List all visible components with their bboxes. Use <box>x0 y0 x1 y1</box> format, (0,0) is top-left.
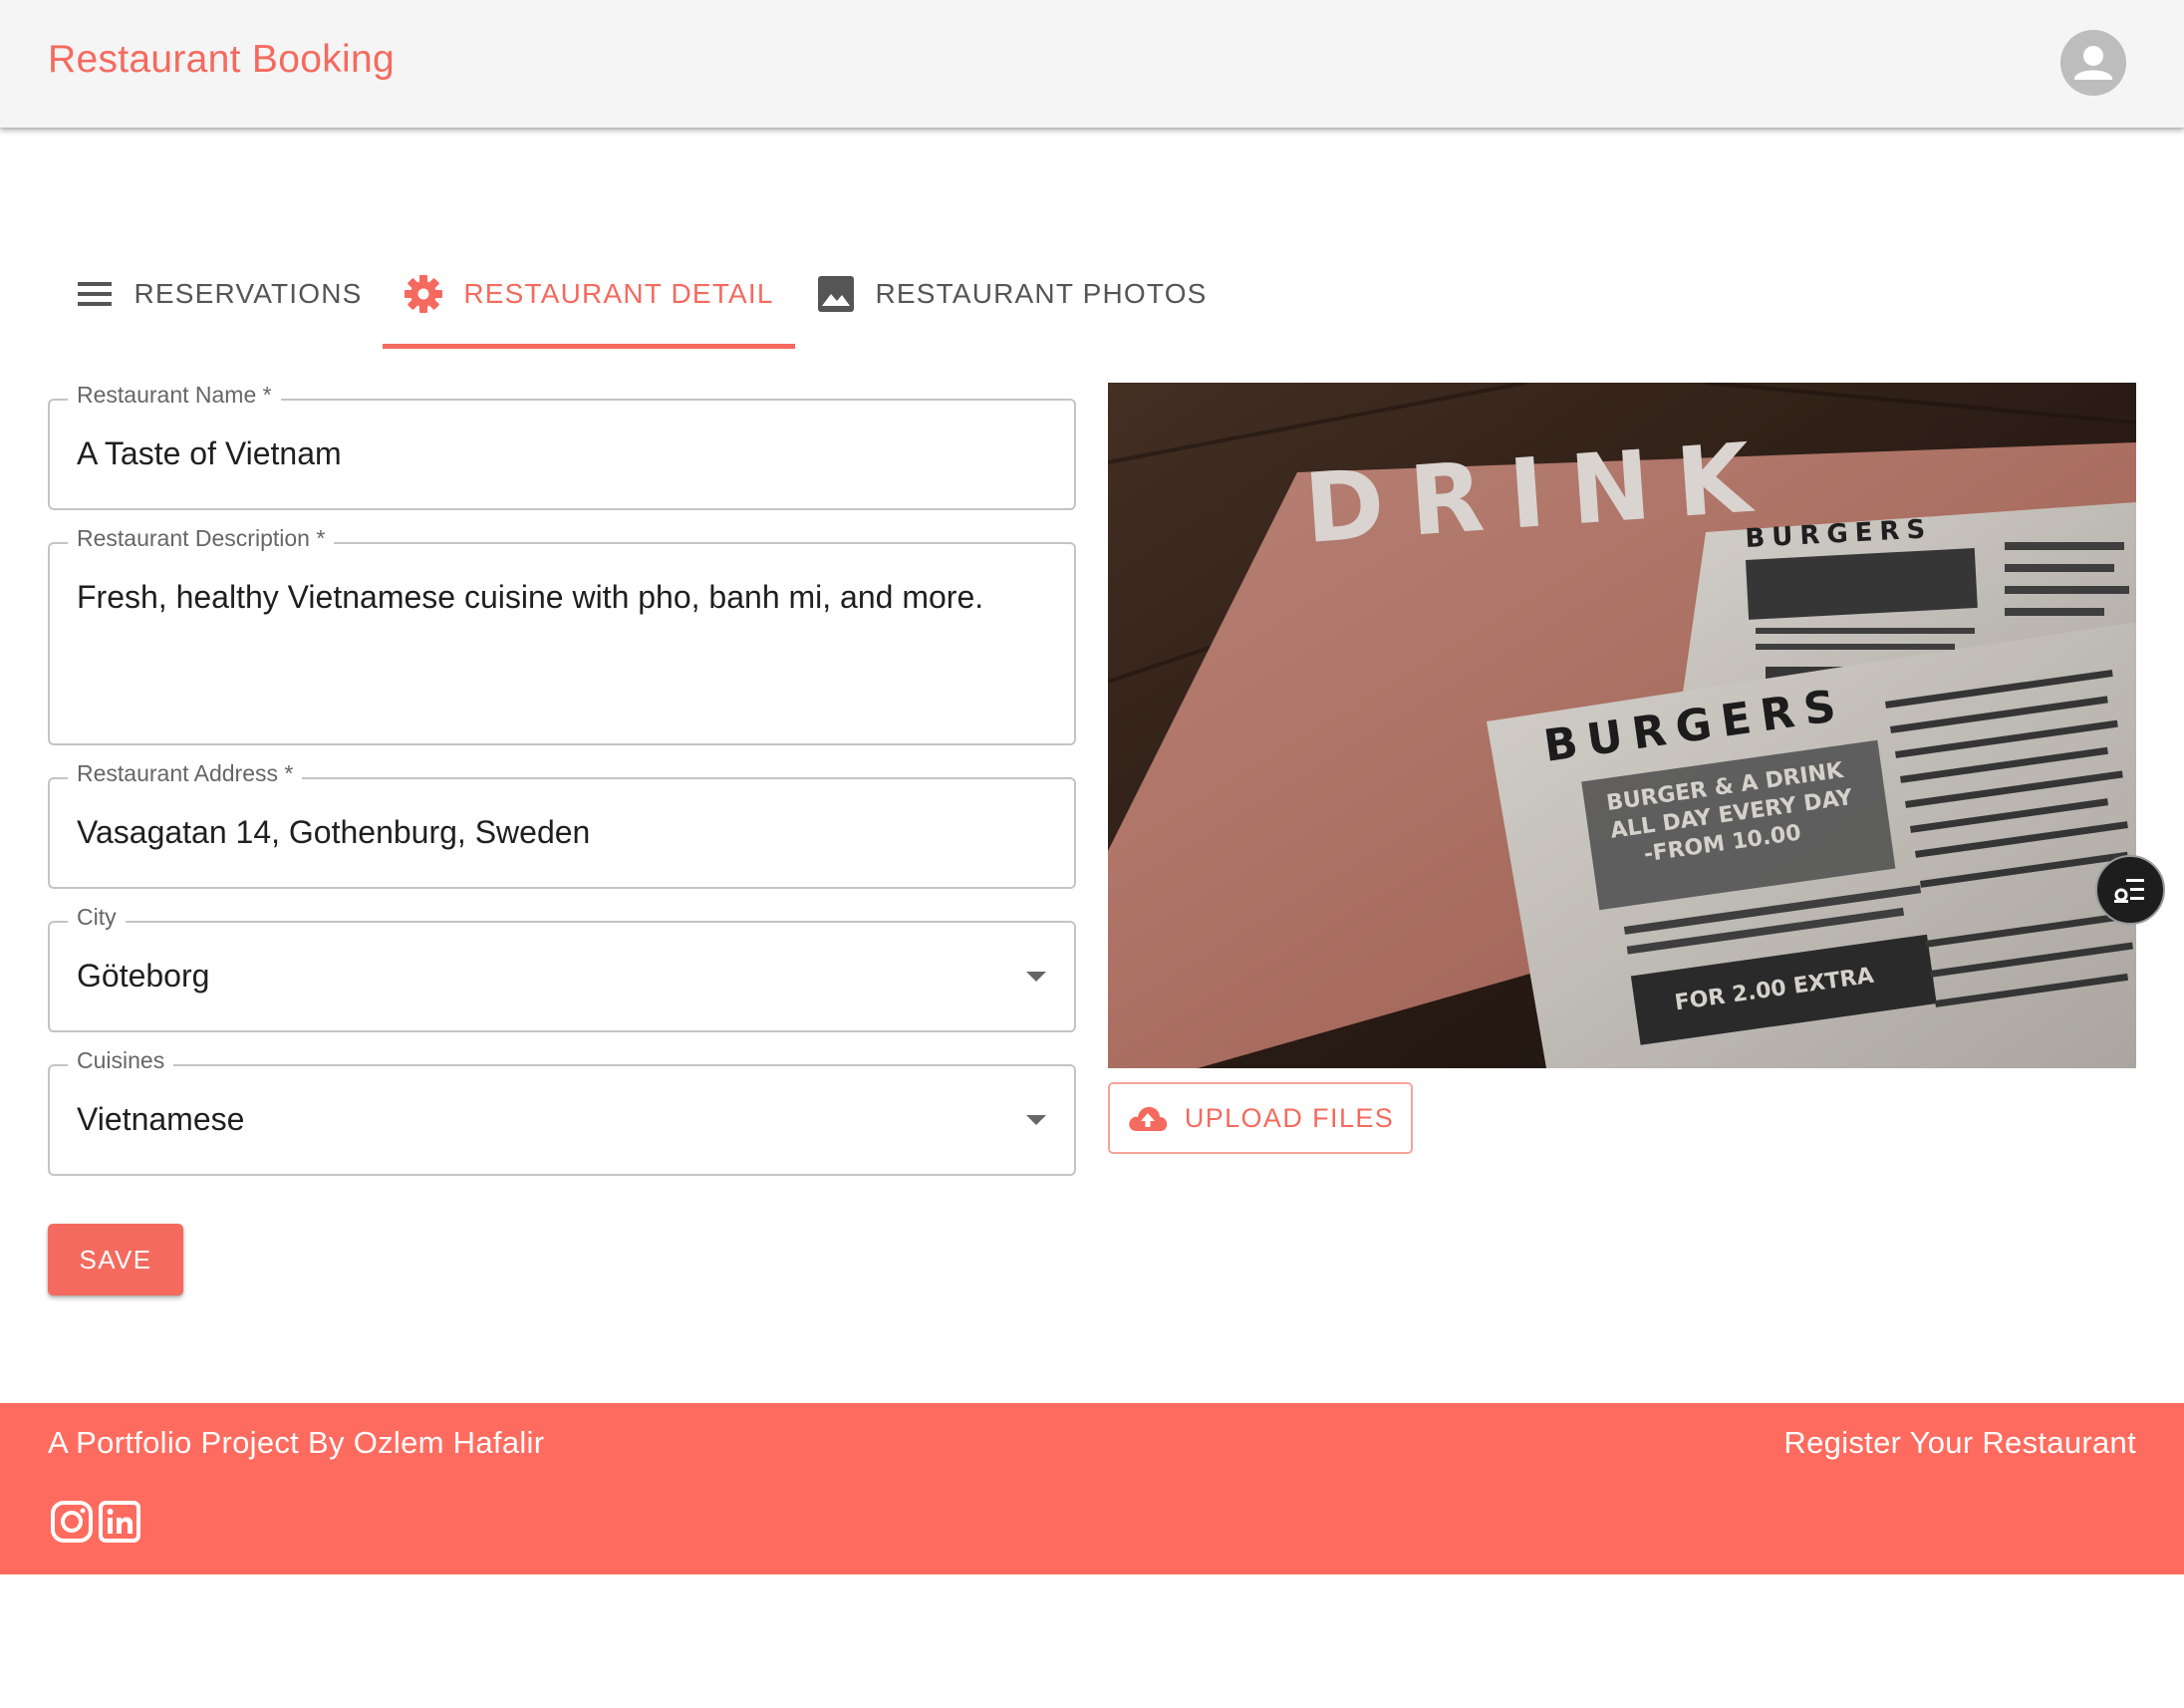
menu-photo-image: DRINK BURGERS BURGERS BURGER & A DRINK A… <box>1108 383 2136 1068</box>
register-restaurant-link[interactable]: Register Your Restaurant <box>1783 1425 2136 1461</box>
restaurant-photo: DRINK BURGERS BURGERS BURGER & A DRINK A… <box>1108 383 2136 1068</box>
restaurant-name-value[interactable]: A Taste of Vietnam <box>77 435 342 472</box>
cuisines-value: Vietnamese <box>77 1101 245 1137</box>
account-circle-icon <box>2060 30 2126 96</box>
city-value: Göteborg <box>77 958 210 994</box>
chevron-down-icon[interactable] <box>1026 972 1046 982</box>
settings-gear-icon <box>405 275 443 313</box>
city-select[interactable]: City Göteborg <box>48 904 1076 1032</box>
upload-files-button[interactable]: UPLOAD FILES <box>1108 1082 1413 1154</box>
city-label: City <box>68 904 126 931</box>
cuisines-select[interactable]: Cuisines Vietnamese <box>48 1047 1076 1176</box>
tab-restaurant-detail[interactable]: RESTAURANT DETAIL <box>383 239 795 349</box>
footer-credit: A Portfolio Project By Ozlem Hafalir <box>48 1425 545 1460</box>
app-title[interactable]: Restaurant Booking <box>48 38 395 82</box>
linkedin-icon[interactable] <box>98 1500 141 1544</box>
account-avatar[interactable] <box>2060 30 2126 96</box>
cuisines-label: Cuisines <box>68 1047 174 1074</box>
tab-label: RESTAURANT DETAIL <box>463 278 774 309</box>
restaurant-name-field[interactable]: Restaurant Name * A Taste of Vietnam <box>48 382 1076 510</box>
tab-restaurant-photos[interactable]: RESTAURANT PHOTOS <box>813 239 1212 349</box>
footer: A Portfolio Project By Ozlem Hafalir Reg… <box>0 1403 2184 1574</box>
restaurant-description-value[interactable]: Fresh, healthy Vietnamese cuisine with p… <box>77 579 983 616</box>
floating-tools-button[interactable] <box>2095 855 2165 925</box>
restaurant-description-label: Restaurant Description * <box>68 525 335 552</box>
menu-icon <box>78 282 113 306</box>
restaurant-address-value[interactable]: Vasagatan 14, Gothenburg, Sweden <box>77 814 590 851</box>
restaurant-address-field[interactable]: Restaurant Address * Vasagatan 14, Gothe… <box>48 760 1076 889</box>
tab-label: RESTAURANT PHOTOS <box>875 278 1208 309</box>
app-bar: Restaurant Booking <box>0 0 2184 128</box>
restaurant-address-label: Restaurant Address * <box>68 760 303 787</box>
instagram-icon[interactable] <box>50 1500 94 1544</box>
list-settings-icon <box>2114 879 2144 903</box>
tab-reservations[interactable]: RESERVATIONS <box>62 239 377 349</box>
save-button[interactable]: SAVE <box>48 1224 183 1295</box>
upload-files-label: UPLOAD FILES <box>1184 1102 1395 1133</box>
image-icon <box>818 276 855 312</box>
chevron-down-icon[interactable] <box>1026 1115 1046 1125</box>
restaurant-description-field[interactable]: Restaurant Description * Fresh, healthy … <box>48 525 1076 745</box>
tab-label: RESERVATIONS <box>134 278 363 309</box>
active-tab-indicator <box>383 344 795 349</box>
restaurant-name-label: Restaurant Name * <box>68 382 281 409</box>
cloud-upload-icon <box>1129 1106 1168 1131</box>
